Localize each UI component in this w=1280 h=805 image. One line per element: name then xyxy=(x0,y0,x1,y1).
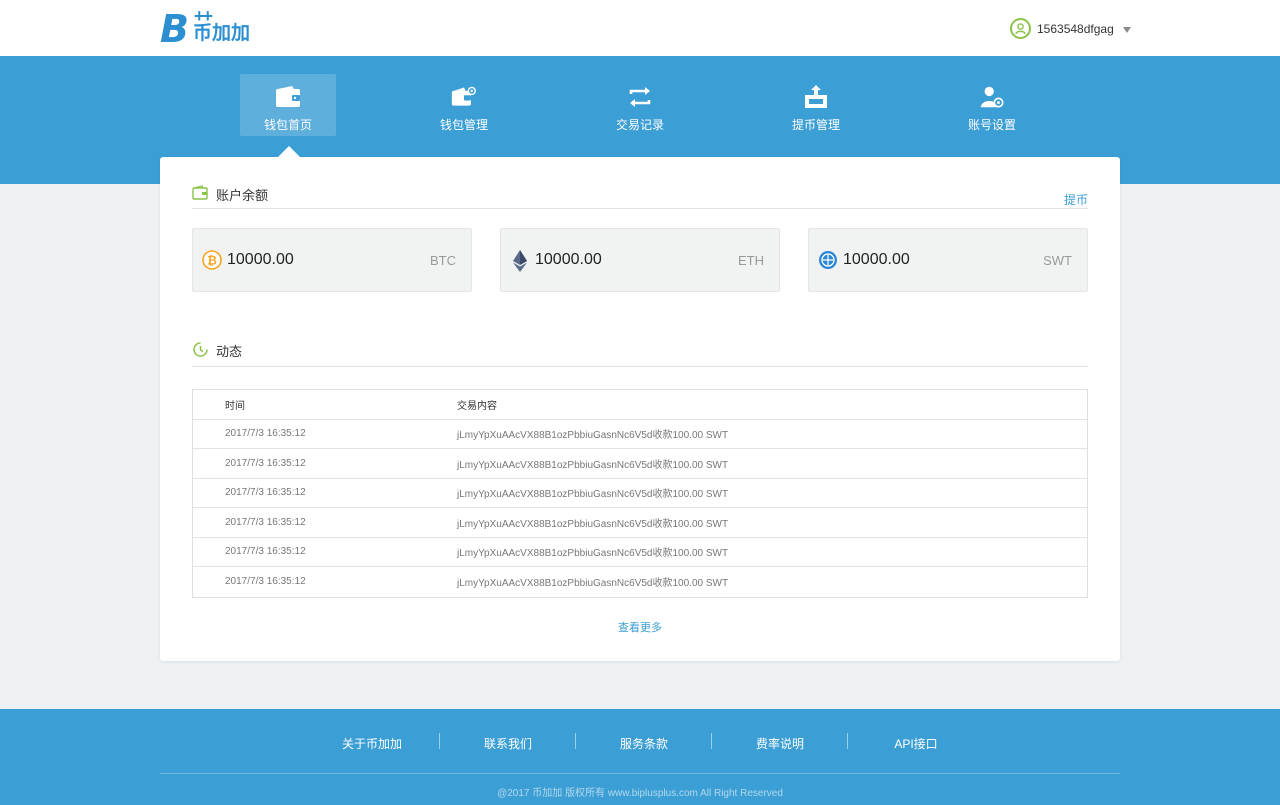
balance-section-header: 账户余额 提币 xyxy=(192,185,1088,209)
row-time: 2017/7/3 16:35:12 xyxy=(225,516,306,528)
footer-links: 关于币加加 联系我们 服务条款 费率说明 API接口 xyxy=(304,733,984,752)
column-header-content: 交易内容 xyxy=(457,400,497,412)
withdraw-link[interactable]: 提币 xyxy=(1064,191,1088,208)
user-menu[interactable]: 1563548dfgag xyxy=(1010,18,1131,39)
nav-label: 账号设置 xyxy=(967,118,1016,132)
wallet-icon xyxy=(275,84,301,110)
row-content: jLmyYpXuAAcVX88B1ozPbbiuGasnNc6V5d收款100.… xyxy=(457,548,729,560)
row-content: jLmyYpXuAAcVX88B1ozPbbiuGasnNc6V5d收款100.… xyxy=(457,430,729,442)
row-time: 2017/7/3 16:35:12 xyxy=(225,546,306,558)
balance-section-title: 账户余额 xyxy=(216,188,269,203)
nav-label: 提币管理 xyxy=(791,118,840,132)
row-content: jLmyYpXuAAcVX88B1ozPbbiuGasnNc6V5d收款100.… xyxy=(457,518,729,530)
chevron-down-icon[interactable] xyxy=(1122,26,1131,33)
row-time: 2017/7/3 16:35:12 xyxy=(225,428,306,440)
copyright-text: @2017 币加加 版权所有 www.biplusplus.com All Ri… xyxy=(497,788,783,799)
table-row: 2017/7/3 16:35:12 jLmyYpXuAAcVX88B1ozPbb… xyxy=(193,449,1087,479)
view-more-link[interactable]: 查看更多 xyxy=(160,619,1120,635)
footer-link-fees[interactable]: 费率说明 xyxy=(712,733,848,752)
balance-symbol: BTC xyxy=(430,253,456,268)
row-content: jLmyYpXuAAcVX88B1ozPbbiuGasnNc6V5d收款100.… xyxy=(457,459,729,471)
column-header-time: 时间 xyxy=(225,400,245,412)
row-content: jLmyYpXuAAcVX88B1ozPbbiuGasnNc6V5d收款100.… xyxy=(457,578,729,590)
svg-text:₿: ₿ xyxy=(207,254,217,268)
balance-amount: 10000.00 xyxy=(843,251,910,268)
table-row: 2017/7/3 16:35:12 jLmyYpXuAAcVX88B1ozPbb… xyxy=(193,420,1087,449)
transfer-icon xyxy=(627,84,653,110)
logo-mark: B xyxy=(160,7,189,51)
activity-section-header: 动态 xyxy=(192,341,1088,367)
logo[interactable]: B ++ 币加加 xyxy=(160,6,250,51)
balance-card-swt: 10000.00 SWT xyxy=(808,228,1088,292)
footer-link-api[interactable]: API接口 xyxy=(848,735,984,752)
activity-section-title: 动态 xyxy=(216,344,243,359)
ethereum-icon xyxy=(510,250,530,272)
balance-symbol: SWT xyxy=(1043,253,1072,268)
clock-icon xyxy=(192,341,208,357)
top-header: B ++ 币加加 1563548dfgag xyxy=(0,0,1280,56)
footer-link-about[interactable]: 关于币加加 xyxy=(304,733,440,752)
balance-list: ₿ 10000.00 BTC 10000.00 ETH 10000.00 SWT xyxy=(192,228,1116,292)
wallet-outline-icon xyxy=(192,185,208,201)
footer: 关于币加加 联系我们 服务条款 费率说明 API接口 @2017 币加加 版权所… xyxy=(0,709,1280,805)
nav-label: 钱包首页 xyxy=(263,118,312,132)
nav-item-wallet-manage[interactable]: 钱包管理 xyxy=(416,74,512,136)
footer-divider xyxy=(160,773,1120,774)
balance-card-btc: ₿ 10000.00 BTC xyxy=(192,228,472,292)
balance-symbol: ETH xyxy=(738,253,764,268)
balance-amount: 10000.00 xyxy=(535,251,602,268)
row-time: 2017/7/3 16:35:12 xyxy=(225,576,306,588)
bitcoin-icon: ₿ xyxy=(202,250,222,270)
table-row: 2017/7/3 16:35:12 jLmyYpXuAAcVX88B1ozPbb… xyxy=(193,538,1087,567)
row-time: 2017/7/3 16:35:12 xyxy=(225,457,306,469)
table-row: 2017/7/3 16:35:12 jLmyYpXuAAcVX88B1ozPbb… xyxy=(193,567,1087,597)
swt-icon xyxy=(818,250,838,270)
withdraw-icon xyxy=(803,84,829,110)
main-nav: 钱包首页 钱包管理 交易记录 提币管理 账号设置 xyxy=(240,74,1120,136)
logo-plus: ++ xyxy=(194,6,213,26)
active-nav-pointer xyxy=(278,146,300,157)
footer-link-contact[interactable]: 联系我们 xyxy=(440,733,576,752)
user-avatar-icon xyxy=(1010,18,1031,39)
balance-card-eth: 10000.00 ETH xyxy=(500,228,780,292)
footer-link-terms[interactable]: 服务条款 xyxy=(576,733,712,752)
username: 1563548dfgag xyxy=(1037,21,1114,36)
nav-item-account-settings[interactable]: 账号设置 xyxy=(944,74,1040,136)
activity-table: 时间 交易内容 2017/7/3 16:35:12 jLmyYpXuAAcVX8… xyxy=(192,389,1088,598)
nav-label: 钱包管理 xyxy=(439,118,488,132)
wallet-settings-icon xyxy=(451,84,477,110)
nav-item-transactions[interactable]: 交易记录 xyxy=(592,74,688,136)
nav-label: 交易记录 xyxy=(615,118,664,132)
account-settings-icon xyxy=(979,84,1005,110)
row-content: jLmyYpXuAAcVX88B1ozPbbiuGasnNc6V5d收款100.… xyxy=(457,489,729,501)
table-header: 时间 交易内容 xyxy=(193,390,1087,420)
balance-amount: 10000.00 xyxy=(227,251,294,268)
main-card: 账户余额 提币 ₿ 10000.00 BTC 10000.00 ETH 1000… xyxy=(160,157,1120,661)
nav-item-wallet-home[interactable]: 钱包首页 xyxy=(240,74,336,136)
row-time: 2017/7/3 16:35:12 xyxy=(225,487,306,499)
table-row: 2017/7/3 16:35:12 jLmyYpXuAAcVX88B1ozPbb… xyxy=(193,479,1087,508)
nav-item-withdraw[interactable]: 提币管理 xyxy=(768,74,864,136)
table-row: 2017/7/3 16:35:12 jLmyYpXuAAcVX88B1ozPbb… xyxy=(193,508,1087,538)
